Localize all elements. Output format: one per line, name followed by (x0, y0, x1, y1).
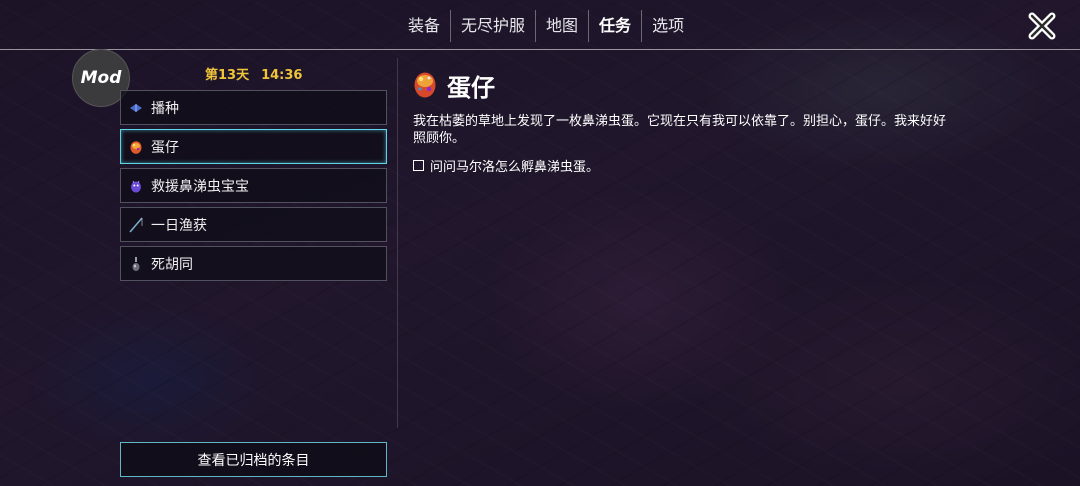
quest-label: 救援鼻涕虫宝宝 (151, 178, 249, 195)
quest-label: 死胡同 (151, 256, 193, 273)
task-checkbox (413, 160, 424, 171)
quest-label: 蛋仔 (151, 139, 179, 156)
time-label: 14:36 (261, 68, 303, 83)
tab-endless-suit[interactable]: 无尽护服 (451, 10, 537, 42)
view-archived-button[interactable]: 查看已归档的条目 (120, 442, 387, 477)
tab-bar: 装备 无尽护服 地图 任务 选项 (398, 10, 694, 42)
egg-icon (413, 70, 437, 102)
seed-icon (129, 100, 143, 116)
quest-title: 蛋仔 (447, 74, 495, 102)
panel-divider (397, 58, 398, 428)
tab-equipment[interactable]: 装备 (398, 10, 452, 42)
close-button[interactable] (1026, 10, 1058, 42)
top-navigation: 装备 无尽护服 地图 任务 选项 (0, 0, 1080, 52)
day-label: 第13天 (205, 68, 250, 83)
quest-item-daily-catch[interactable]: 一日渔获 (120, 207, 387, 242)
quest-label: 播种 (151, 100, 179, 117)
nav-divider (0, 49, 1080, 50)
close-icon (1028, 12, 1056, 40)
egg-icon (129, 139, 143, 155)
quest-task: 问问马尔洛怎么孵鼻涕虫蛋。 (413, 156, 599, 175)
quest-item-dead-end[interactable]: 死胡同 (120, 246, 387, 281)
tab-map[interactable]: 地图 (536, 10, 590, 42)
quest-item-sowing[interactable]: 播种 (120, 90, 387, 125)
quest-detail-header: 蛋仔 (413, 68, 495, 103)
quest-item-rescue-slug[interactable]: 救援鼻涕虫宝宝 (120, 168, 387, 203)
fishing-rod-icon (129, 216, 143, 233)
quest-item-egg[interactable]: 蛋仔 (120, 129, 387, 164)
slug-icon (129, 178, 143, 194)
day-time-display: 第13天 14:36 (205, 64, 314, 83)
quest-description: 我在枯萎的草地上发现了一枚鼻涕虫蛋。它现在只有我可以依靠了。别担心，蛋仔。我来好… (413, 114, 947, 146)
tab-options[interactable]: 选项 (642, 10, 694, 42)
bottle-icon (129, 256, 143, 272)
quest-list: 播种 蛋仔 救援鼻涕虫宝宝 一日渔获 死胡同 (120, 90, 387, 285)
quest-label: 一日渔获 (151, 217, 207, 234)
task-text: 问问马尔洛怎么孵鼻涕虫蛋。 (430, 160, 600, 175)
tab-quests[interactable]: 任务 (589, 10, 643, 42)
